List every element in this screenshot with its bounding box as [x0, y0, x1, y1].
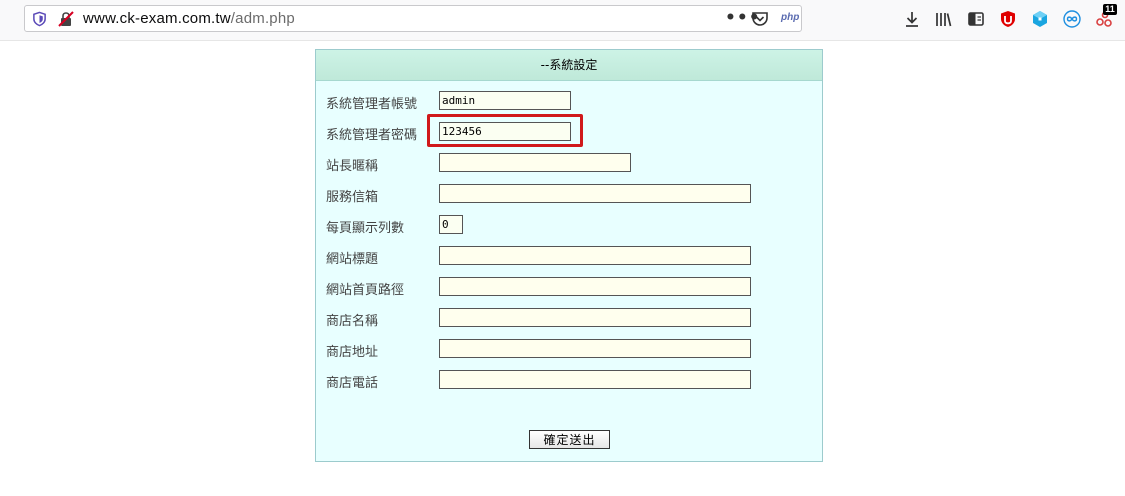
ublock-origin-icon[interactable]: [999, 10, 1017, 28]
system-settings-panel: --系統設定 系統管理者帳號 系統管理者密碼 站長暱稱 服務信箱 每頁顯示列數 …: [315, 49, 823, 462]
url-path: /adm.php: [230, 10, 295, 27]
shop-phone-input[interactable]: [439, 370, 751, 389]
insecure-lock-icon[interactable]: [58, 11, 74, 27]
admin-account-input[interactable]: [439, 91, 571, 110]
site-title-input[interactable]: [439, 246, 751, 265]
rows-per-page-label: 每頁顯示列數: [326, 221, 405, 236]
extension-badge-count: 11: [1103, 4, 1117, 15]
tracking-protection-shield-icon[interactable]: [32, 11, 47, 27]
panel-title: --系統設定: [316, 50, 822, 81]
rows-per-page-input[interactable]: [439, 215, 463, 234]
shop-name-label: 商店名稱: [326, 314, 379, 329]
url-bar[interactable]: www.ck-exam.com.tw/adm.php ••• php: [24, 5, 802, 32]
cube-extension-icon[interactable]: [1031, 10, 1049, 28]
site-nickname-input[interactable]: [439, 153, 631, 172]
library-icon[interactable]: [934, 10, 952, 28]
admin-password-label: 系統管理者密碼: [326, 128, 418, 143]
shop-name-input[interactable]: [439, 308, 751, 327]
admin-account-label: 系統管理者帳號: [326, 97, 418, 112]
url-host: www.ck-exam.com.tw: [83, 10, 231, 27]
shop-address-input[interactable]: [439, 339, 751, 358]
service-email-label: 服務信箱: [326, 190, 379, 205]
homepage-path-label: 網站首頁路徑: [326, 283, 405, 298]
homepage-path-input[interactable]: [439, 277, 751, 296]
browser-toolbar: www.ck-exam.com.tw/adm.php ••• php 11: [0, 0, 1125, 41]
download-icon[interactable]: [903, 10, 921, 28]
shop-address-label: 商店地址: [326, 345, 379, 360]
sidebar-icon[interactable]: [967, 10, 985, 28]
url-text[interactable]: www.ck-exam.com.tw/adm.php: [83, 10, 295, 27]
password-highlight-box: [427, 114, 583, 147]
submit-button[interactable]: 確定送出: [529, 430, 610, 449]
site-nickname-label: 站長暱稱: [326, 159, 379, 174]
shop-phone-label: 商店電話: [326, 376, 379, 391]
site-title-label: 網站標題: [326, 252, 379, 267]
php-extension-icon[interactable]: php: [781, 12, 799, 23]
pocket-icon[interactable]: [751, 11, 769, 27]
service-email-input[interactable]: [439, 184, 751, 203]
infinity-extension-icon[interactable]: [1063, 10, 1081, 28]
